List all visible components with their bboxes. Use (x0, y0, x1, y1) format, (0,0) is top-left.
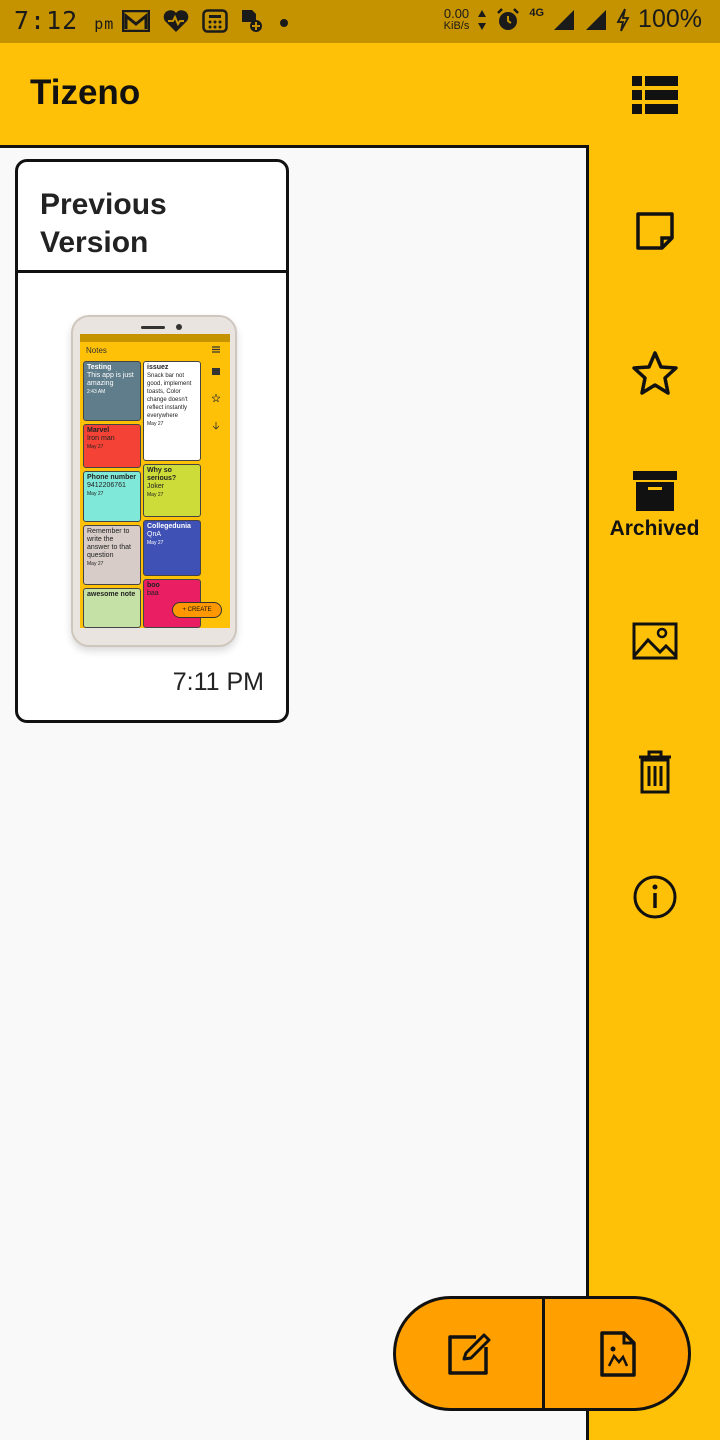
mini-note-body: Snack bar not good, implement toasts, Co… (147, 373, 192, 419)
status-right: 0.00 KiB/s 4G 100% (444, 5, 702, 34)
create-note-button[interactable] (396, 1299, 541, 1408)
mini-archive-icon (212, 368, 220, 375)
mini-header: Notes (86, 346, 107, 355)
mini-status-bar (80, 334, 230, 342)
mini-note-card: Remember to write the answer to that que… (83, 525, 141, 585)
trash-icon (638, 750, 671, 794)
mini-note-body: QnA (147, 531, 162, 538)
mini-star-icon (212, 394, 220, 402)
charging-icon (616, 8, 630, 31)
sidebar-item-starred[interactable] (589, 350, 720, 396)
mini-note-date: May 27 (147, 421, 164, 427)
create-image-note-button[interactable] (545, 1299, 688, 1408)
mini-menu-icon (212, 346, 220, 353)
mini-sidebar (204, 358, 230, 628)
mini-note-title: boo (147, 582, 160, 589)
note-divider (18, 270, 286, 273)
mini-note-card: Why so serious? Joker May 27 (143, 464, 201, 517)
mini-note-card: Marvel Iron man May 27 (83, 424, 141, 468)
mini-note-body: baa (147, 590, 159, 597)
create-fab (393, 1296, 691, 1411)
mini-note-card: Testing This app is just amazing 2:43 AM (83, 361, 141, 421)
sidebar-item-label: Archived (609, 517, 700, 540)
mini-note-title: Testing (87, 364, 112, 371)
status-ampm: pm (94, 15, 115, 33)
note-card[interactable]: Previous Version Notes Testing This app i… (15, 159, 289, 723)
image-icon (632, 622, 677, 660)
mini-note-date: May 27 (147, 492, 164, 498)
mini-note-date: 2:43 AM (87, 389, 106, 395)
mini-note-card: Phone number 9412206761 May 27 (83, 471, 141, 522)
mini-create-label: CREATE (187, 607, 212, 613)
calculator-icon (202, 9, 228, 33)
health-icon (163, 10, 189, 32)
sidebar: Archived (589, 145, 720, 1440)
mini-note-title: Remember to write the answer to that que… (87, 528, 131, 559)
data-arrows-icon (478, 9, 487, 30)
status-bar: 7:12 pm 0.00 KiB/s 4G 100% (0, 0, 720, 43)
network-type: 4G (529, 7, 545, 19)
mini-note-card: issuez Snack bar not good, implement toas… (143, 361, 201, 461)
star-icon (631, 351, 678, 395)
mini-note-title: Marvel (87, 427, 110, 434)
alarm-icon (497, 7, 520, 30)
net-speed: 0.00 KiB/s (444, 7, 470, 33)
grid-list-icon[interactable] (632, 76, 678, 114)
app-bar: Tizeno (0, 43, 720, 146)
mini-note-body: Iron man (87, 435, 115, 442)
status-time: 7:12 pm (14, 6, 114, 35)
mini-note-card: awesome note (83, 588, 141, 628)
mini-note-card: Collegedunia QnA May 27 (143, 520, 201, 576)
battery-level: 100% (638, 5, 702, 33)
mini-create-button: + CREATE (172, 602, 222, 618)
mini-note-date: May 27 (87, 491, 104, 497)
net-speed-value: 0.00 (443, 5, 470, 21)
mini-note-title: awesome note (87, 591, 136, 598)
gmail-icon (122, 10, 150, 32)
signal-icon (554, 9, 575, 30)
mini-note-title: Collegedunia (147, 523, 191, 530)
mini-down-icon (212, 422, 220, 430)
sidebar-item-notes[interactable] (589, 211, 720, 251)
signal-icon-2 (586, 9, 607, 30)
mini-note-title: issuez (147, 364, 169, 371)
sidebar-item-info[interactable] (589, 874, 720, 920)
sidebar-item-images[interactable] (589, 622, 720, 660)
phone-speaker (141, 326, 165, 329)
note-image-thumbnail: Notes Testing This app is just amazing 2:4… (71, 315, 237, 647)
mini-note-date: May 27 (147, 540, 164, 546)
app-title: Tizeno (30, 73, 141, 112)
image-file-icon (599, 1330, 636, 1377)
mini-note-title: Why so serious? (147, 467, 177, 482)
mini-note-date: May 27 (87, 561, 104, 567)
info-icon (633, 875, 676, 919)
mini-note-body: This app is just amazing (87, 372, 134, 387)
edit-note-icon (447, 1333, 490, 1375)
status-time-value: 7:12 (14, 6, 79, 35)
notification-icons (122, 8, 292, 34)
mini-note-date: May 27 (87, 444, 104, 450)
mini-note-title: Phone number (87, 474, 137, 481)
sidebar-item-trash[interactable] (589, 750, 720, 794)
net-speed-unit: KiB/s (443, 19, 470, 32)
mini-note-body: Joker (147, 483, 165, 490)
phone-camera (176, 324, 182, 330)
note-icon (635, 212, 674, 250)
sidebar-item-archived[interactable]: Archived (589, 471, 720, 541)
mini-note-body: 9412206761 (87, 482, 126, 489)
phone-screen: Notes Testing This app is just amazing 2:4… (80, 334, 230, 628)
note-time: 7:11 PM (172, 668, 264, 696)
document-add-icon (242, 10, 262, 32)
note-title: Previous Version (40, 188, 167, 259)
dot-icon (280, 19, 288, 27)
archive-icon (632, 471, 677, 511)
